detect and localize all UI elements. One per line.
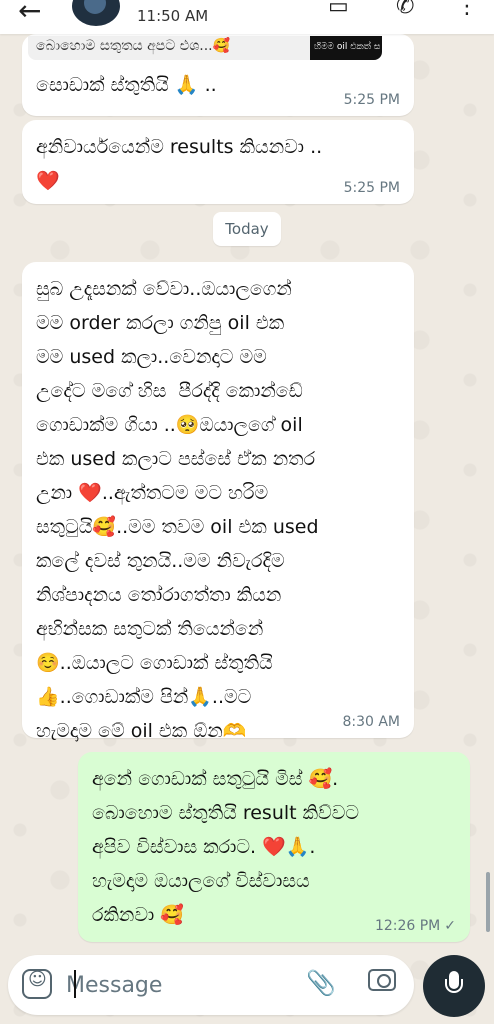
quoted-message[interactable]: බොහොම සතුතය අපට එශ...🥰 හිමම oil එකත් ස <box>28 36 382 60</box>
video-call-icon[interactable]: ▭ <box>328 0 349 19</box>
phone-icon[interactable]: ✆ <box>396 0 414 19</box>
message-time: 12:26 PM ✓ <box>375 918 456 934</box>
arrow-left-icon[interactable]: ← <box>18 0 41 27</box>
message-time: 5:25 PM <box>343 180 400 196</box>
message-time-value: 12:26 PM <box>374 918 441 934</box>
message-text: අනේ ගොඩාක් සතුටුයි මිස් 🥰. බොහොම ස්තුතිය… <box>92 768 360 926</box>
status-time: 11:50 AM <box>137 7 209 25</box>
scrollbar-thumb[interactable] <box>486 872 490 932</box>
more-vert-icon[interactable]: ⋮ <box>456 0 478 19</box>
quoted-text: බොහොම සතුතය අපට එශ...🥰 <box>36 38 231 54</box>
message-bubble-incoming[interactable]: අනිවාර්යයෙන්ම results කියනවා .. ❤️ 5:25 … <box>22 120 414 204</box>
camera-icon[interactable] <box>368 969 396 991</box>
emoji-icon[interactable] <box>22 969 52 999</box>
message-bubble-outgoing[interactable]: අනේ ගොඩාක් සතුටුයි මිස් 🥰. බොහොම ස්තුතිය… <box>78 752 470 942</box>
contact-avatar[interactable] <box>72 0 120 26</box>
message-text: සුබ උදෑසනක් වේවා..ඔයාලගෙන් මම order කරලා… <box>36 278 319 742</box>
message-time: 5:25 PM <box>343 92 400 108</box>
quoted-thumbnail: හිමම oil එකත් ස <box>310 36 382 60</box>
attach-icon[interactable]: 📎 <box>306 969 336 997</box>
message-composer: 📎 <box>8 955 414 1015</box>
mic-icon[interactable] <box>423 955 485 1017</box>
sent-check-icon: ✓ <box>444 918 456 934</box>
message-input[interactable] <box>66 969 296 1001</box>
text-cursor <box>74 970 76 998</box>
message-time: 8:30 AM <box>342 714 400 730</box>
date-separator: Today <box>213 212 281 246</box>
message-bubble-incoming[interactable]: සුබ උදෑසනක් වේවා..ඔයාලගෙන් මම order කරලා… <box>22 262 414 742</box>
chat-header: ← 11:50 AM ▭ ✆ ⋮ <box>0 0 494 34</box>
